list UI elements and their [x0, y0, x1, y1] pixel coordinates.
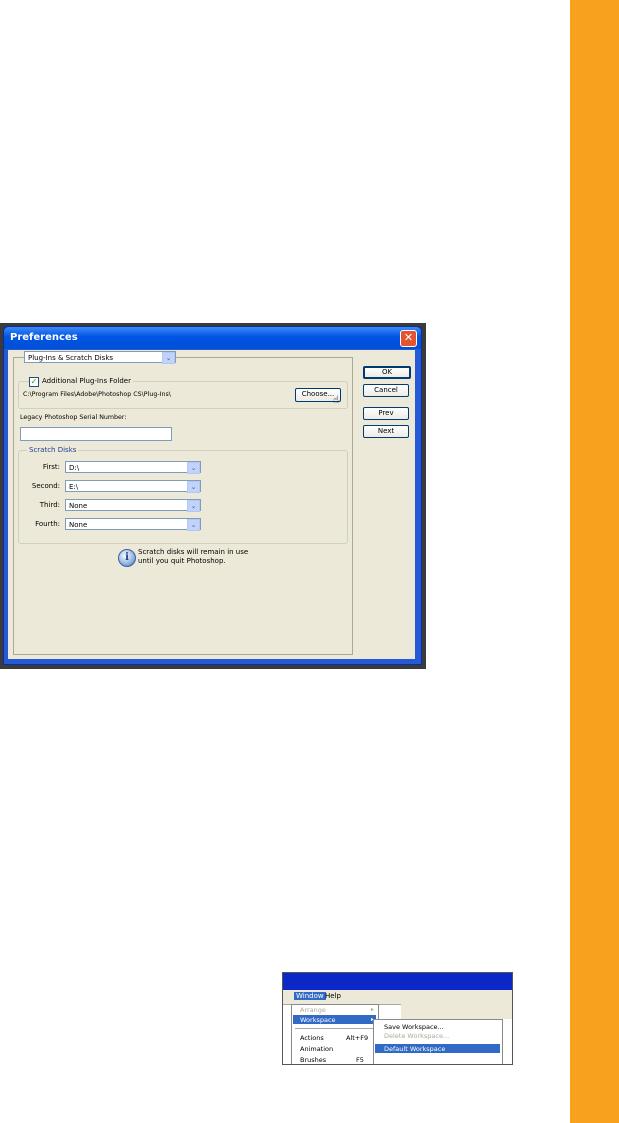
chevron-down-icon: ⌄ [162, 352, 175, 364]
scratch-first-value: D:\ [69, 464, 80, 472]
chevron-down-icon: ⌄ [187, 462, 200, 474]
delete-workspace-item[interactable]: Delete Workspace... [384, 1032, 449, 1040]
next-button[interactable]: Next [363, 425, 409, 438]
menu-item-workspace[interactable]: Workspace [300, 1016, 336, 1024]
choose-label: Choose... [301, 390, 335, 398]
plugins-path: C:\Program Files\Adobe\Photoshop CS\Plug… [23, 391, 171, 398]
plugins-group: ✓ Additional Plug-Ins Folder C:\Program … [18, 377, 348, 409]
menu-item-brushes[interactable]: Brushes [300, 1056, 326, 1064]
prev-label: Prev [378, 409, 394, 417]
info-line-2: until you quit Photoshop. [138, 557, 226, 565]
settings-frame: Plug-Ins & Scratch Disks ⌄ ✓ Additional … [13, 351, 353, 655]
workspace-submenu: Save Workspace... Delete Workspace... De… [373, 1019, 503, 1064]
preferences-window: Preferences ✕ Plug-Ins & Scratch Disks ⌄… [3, 326, 422, 665]
scratch-second-select[interactable]: E:\ ⌄ [65, 480, 201, 493]
chevron-down-icon: ⌄ [187, 481, 200, 493]
mouse-cursor-icon: ☝ [333, 395, 340, 406]
scratch-third-label: Third: [39, 501, 60, 509]
window-dropdown: Arrange ▸ Workspace ▸ Actions Alt+F9 Ani… [291, 1004, 379, 1064]
next-label: Next [377, 427, 395, 435]
panel-select[interactable]: Plug-Ins & Scratch Disks ⌄ [24, 351, 176, 364]
menu-bar: Window Help [283, 990, 512, 1005]
brushes-shortcut: F5 [356, 1056, 364, 1064]
menu-item-arrange[interactable]: Arrange [300, 1006, 326, 1014]
menu-separator [295, 1028, 375, 1029]
scratch-third-value: None [69, 502, 88, 510]
cancel-button[interactable]: Cancel [363, 384, 409, 397]
info-line-1: Scratch disks will remain in use [138, 548, 249, 556]
window-title: Preferences [10, 332, 78, 343]
ok-button[interactable]: OK [363, 366, 411, 379]
panel-select-value: Plug-Ins & Scratch Disks [28, 354, 114, 362]
additional-plugins-checkbox[interactable]: ✓ [29, 377, 39, 387]
info-icon: i [118, 549, 136, 567]
scratch-disks-group: Scratch Disks First: D:\ ⌄ Second: E:\ ⌄… [18, 446, 348, 544]
toolbar-strip [401, 1004, 512, 1019]
scratch-first-select[interactable]: D:\ ⌄ [65, 461, 201, 474]
additional-plugins-label: Additional Plug-Ins Folder [40, 377, 133, 385]
scratch-fourth-select[interactable]: None ⌄ [65, 518, 201, 531]
close-button[interactable]: ✕ [400, 330, 417, 347]
scratch-second-label: Second: [31, 482, 60, 490]
scratch-fourth-label: Fourth: [35, 520, 60, 528]
preferences-screenshot: Preferences ✕ Plug-Ins & Scratch Disks ⌄… [0, 323, 426, 669]
serial-label: Legacy Photoshop Serial Number: [20, 414, 127, 421]
chevron-down-icon: ⌄ [187, 519, 200, 531]
save-workspace-item[interactable]: Save Workspace... [384, 1023, 444, 1031]
serial-input[interactable] [20, 427, 172, 441]
orange-side-bar [570, 0, 619, 1123]
default-workspace-item[interactable]: Default Workspace [384, 1045, 445, 1053]
submenu-arrow-icon: ▸ [370, 1006, 374, 1013]
scratch-first-label: First: [42, 463, 60, 471]
dialog-body: Plug-Ins & Scratch Disks ⌄ ✓ Additional … [8, 350, 415, 659]
actions-shortcut: Alt+F9 [346, 1034, 369, 1042]
scratch-third-select[interactable]: None ⌄ [65, 499, 201, 512]
chevron-down-icon: ⌄ [187, 500, 200, 512]
prev-button[interactable]: Prev [363, 407, 409, 420]
close-icon: ✕ [403, 331, 414, 344]
menu-help[interactable]: Help [325, 992, 341, 1000]
scratch-second-value: E:\ [69, 483, 79, 491]
title-bar[interactable]: Preferences ✕ [4, 327, 421, 349]
menu-item-animation[interactable]: Animation [300, 1045, 333, 1053]
menu-item-actions[interactable]: Actions [300, 1034, 324, 1042]
ok-label: OK [381, 368, 393, 376]
window-menu-screenshot: Window Help Arrange ▸ Workspace ▸ Action… [282, 972, 513, 1065]
scratch-disks-label: Scratch Disks [27, 446, 79, 454]
menu-window[interactable]: Window [294, 992, 326, 1000]
app-title-strip [283, 973, 512, 990]
scratch-fourth-value: None [69, 521, 88, 529]
cancel-label: Cancel [374, 386, 398, 394]
